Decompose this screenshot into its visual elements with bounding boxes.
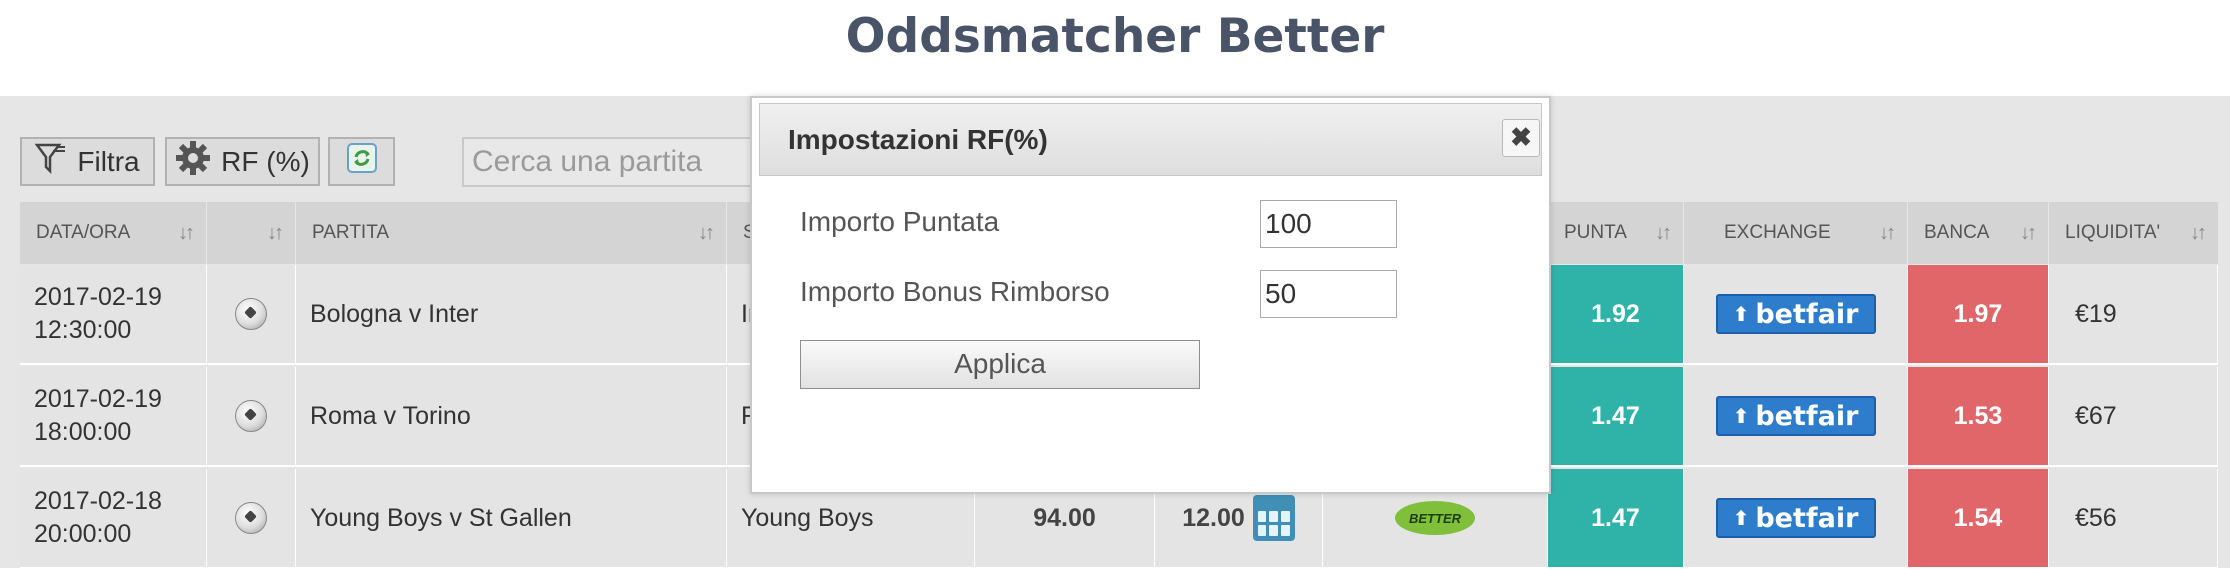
soccer-ball-icon (235, 400, 267, 432)
modal-title: Impostazioni RF(%) (788, 124, 1048, 155)
rf-value: 12.00 (1182, 503, 1245, 532)
column-header-exchange[interactable]: EXCHANGE ↓↑ (1684, 202, 1908, 264)
soccer-ball-icon (235, 502, 267, 534)
column-header-date[interactable]: DATA/ORA ↓↑ (20, 202, 207, 264)
soccer-ball-icon (235, 298, 267, 330)
betfair-logo[interactable]: ⬆ betfair (1715, 498, 1876, 538)
table-row-date: 2017-02-19 12:30:00 (20, 265, 207, 365)
page-title: Oddsmatcher Better (845, 9, 1385, 64)
close-icon[interactable]: ✖ (1502, 119, 1540, 157)
sort-icon: ↓↑ (2020, 222, 2037, 244)
column-header-match[interactable]: PARTITA ↓↑ (296, 202, 727, 264)
column-header-banca[interactable]: BANCA ↓↑ (1908, 202, 2049, 264)
punta-odds[interactable]: 1.92 (1548, 265, 1684, 365)
refund-bonus-label: Importo Bonus Rimborso (800, 276, 1110, 307)
refresh-button[interactable] (328, 137, 395, 186)
column-header-sport[interactable]: ↓↑ (207, 202, 296, 264)
rf-settings-modal: Impostazioni RF(%) ✖ Importo Puntata Imp… (750, 96, 1551, 494)
sort-icon: ↓↑ (698, 222, 715, 244)
betfair-logo[interactable]: ⬆ betfair (1715, 294, 1876, 334)
sort-icon: ↓↑ (1655, 222, 1672, 244)
calculator-icon[interactable] (1252, 495, 1295, 541)
liquidity-value: €56 (2049, 469, 2218, 569)
search-input[interactable] (462, 137, 752, 187)
column-header-liquidity[interactable]: LIQUIDITA' ↓↑ (2049, 202, 2218, 264)
liquidity-value: €19 (2049, 265, 2218, 365)
modal-header: Impostazioni RF(%) ✖ (759, 103, 1542, 176)
table-row-match[interactable]: Young Boys v St Gallen (296, 469, 727, 569)
rf-button-label: RF (%) (221, 145, 310, 177)
table-row-match[interactable]: Roma v Torino (296, 367, 727, 467)
refund-bonus-input[interactable] (1260, 270, 1397, 318)
better-bookmaker-logo: BETTER (1395, 501, 1475, 535)
table-row-date: 2017-02-19 18:00:00 (20, 367, 207, 467)
column-header-punta[interactable]: PUNTA ↓↑ (1548, 202, 1684, 264)
rf-settings-button[interactable]: RF (%) (165, 137, 320, 186)
filter-button[interactable]: Filtra (20, 137, 155, 186)
gear-icon (175, 140, 211, 183)
apply-button[interactable]: Applica (800, 340, 1200, 389)
table-row-match[interactable]: Bologna v Inter (296, 265, 727, 365)
punta-odds[interactable]: 1.47 (1548, 367, 1684, 467)
filter-icon (34, 141, 67, 182)
betfair-logo[interactable]: ⬆ betfair (1715, 396, 1876, 436)
liquidity-value: €67 (2049, 367, 2218, 467)
refresh-icon (346, 143, 377, 180)
sort-icon: ↓↑ (2190, 222, 2207, 244)
punta-odds[interactable]: 1.47 (1548, 469, 1684, 569)
sort-icon: ↓↑ (1879, 222, 1896, 244)
sort-icon: ↓↑ (178, 222, 195, 244)
banca-odds[interactable]: 1.97 (1908, 265, 2049, 365)
sort-icon: ↓↑ (267, 222, 284, 244)
filter-button-label: Filtra (77, 145, 140, 177)
banca-odds[interactable]: 1.54 (1908, 469, 2049, 569)
banca-odds[interactable]: 1.53 (1908, 367, 2049, 467)
stake-amount-input[interactable] (1260, 200, 1397, 248)
stake-amount-label: Importo Puntata (800, 206, 1000, 237)
table-row-date: 2017-02-18 20:00:00 (20, 469, 207, 569)
